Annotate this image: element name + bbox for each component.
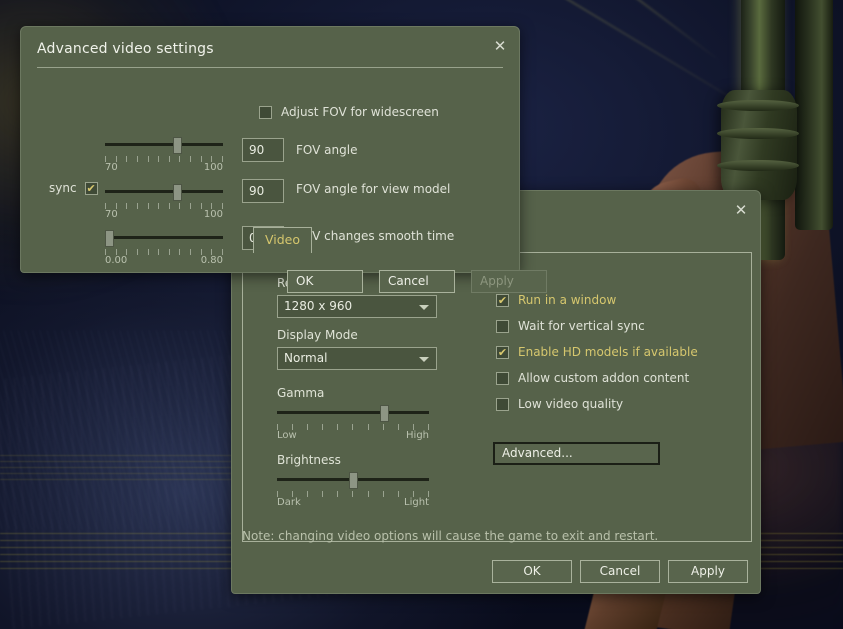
fov-smooth-time-slider-range: 0.00 0.80 [105,255,223,266]
tab-video[interactable]: Video [253,227,313,253]
resolution-dropdown[interactable]: 1280 x 960 [277,295,437,318]
gamma-slider-range: Low High [277,430,429,441]
brightness-slider[interactable]: Dark Light [277,472,429,508]
fov-angle-input[interactable]: 90 [242,138,284,162]
screen-root: ✕ Video Voice Misc Resolution 1280 x 960… [0,0,843,629]
apply-button: Apply [471,270,547,293]
fov-angle-max-label: 100 [203,162,223,173]
checkbox-label: Low video quality [518,397,624,411]
brightness-min-label: Dark [277,497,301,508]
gamma-slider-thumb[interactable] [380,405,389,422]
fov-view-model-min-label: 70 [105,209,118,220]
cancel-button[interactable]: Cancel [580,560,660,583]
cancel-button[interactable]: Cancel [379,270,455,293]
fov-smooth-time-max-label: 0.80 [200,255,223,266]
video-tab-panel: Resolution 1280 x 960 Display Mode Norma… [242,252,752,542]
gamma-slider[interactable]: Low High [277,405,429,441]
checkbox-label: Run in a window [518,293,617,307]
background-gun-barrel-2 [795,0,833,230]
chevron-down-icon [419,357,429,362]
advanced-button[interactable]: Advanced... [493,442,660,465]
background-gun-ring-1 [717,100,799,111]
fov-view-model-label: FOV angle for view model [296,182,451,196]
brightness-label: Brightness [277,453,341,467]
fov-view-model-input[interactable]: 90 [242,179,284,203]
checkbox-icon [259,105,272,119]
ok-button[interactable]: OK [287,270,363,293]
fov-angle-slider-range: 70 100 [105,162,223,173]
fov-view-model-slider[interactable]: 70 100 [105,184,223,220]
gamma-max-label: High [406,430,429,441]
checkbox-icon: ✔ [496,293,509,307]
fov-angle-slider-track [105,143,223,146]
checkbox-allow-custom-addon-content[interactable]: Allow custom addon content [496,371,698,385]
sync-label: sync [49,181,77,195]
display-mode-label: Display Mode [277,328,358,342]
background-scanlines-2 [0,455,260,485]
display-mode-group: Display Mode Normal [277,328,437,370]
fov-view-model-slider-track [105,190,223,193]
fov-smooth-time-min-label: 0.00 [105,255,128,266]
checkbox-icon: ✔ [496,345,509,359]
advanced-button-wrap: Advanced... [493,442,660,465]
close-icon[interactable]: ✕ [730,199,752,221]
fov-view-model-slider-thumb[interactable] [173,184,182,201]
gamma-slider-track [277,411,429,414]
brightness-slider-range: Dark Light [277,497,429,508]
fov-angle-min-label: 70 [105,162,118,173]
video-checkbox-list: ✔ Run in a window Wait for vertical sync ✔ E… [496,293,698,423]
checkbox-icon [496,397,509,411]
fov-smooth-time-slider[interactable]: 0.00 0.80 [105,230,223,266]
checkbox-label: Enable HD models if available [518,345,698,359]
fov-smooth-time-slider-thumb[interactable] [105,230,114,247]
display-mode-value: Normal [284,351,328,365]
gamma-label: Gamma [277,386,325,400]
sync-checkbox[interactable]: sync ✔ [49,181,98,195]
gamma-group: Gamma Low High [277,386,429,441]
ok-button[interactable]: OK [492,560,572,583]
apply-button[interactable]: Apply [668,560,748,583]
brightness-max-label: Light [404,497,429,508]
checkbox-icon [496,371,509,385]
brightness-slider-thumb[interactable] [349,472,358,489]
checkbox-enable-hd-models-if-available[interactable]: ✔ Enable HD models if available [496,345,698,359]
advanced-footer-buttons: OK Cancel Apply [287,270,547,293]
background-gun-ring-3 [717,160,799,171]
adjust-fov-widescreen-checkbox[interactable]: Adjust FOV for widescreen [259,105,439,119]
video-footer-buttons: OK Cancel Apply [492,560,748,583]
display-mode-dropdown[interactable]: Normal [277,347,437,370]
fov-smooth-time-slider-track [105,236,223,239]
background-gun-ring-2 [717,128,799,139]
checkbox-label: Wait for vertical sync [518,319,645,333]
brightness-group: Brightness Dark Light [277,453,429,508]
resolution-value: 1280 x 960 [284,299,353,313]
fov-angle-label: FOV angle [296,143,358,157]
fov-view-model-max-label: 100 [203,209,223,220]
chevron-down-icon [419,305,429,310]
fov-angle-slider-thumb[interactable] [173,137,182,154]
page-title: Advanced video settings [37,41,214,57]
title-divider [37,67,503,68]
adjust-fov-widescreen-label: Adjust FOV for widescreen [281,105,439,119]
fov-angle-slider[interactable]: 70 100 [105,137,223,173]
checkbox-icon: ✔ [84,181,98,195]
checkbox-low-video-quality[interactable]: Low video quality [496,397,698,411]
close-icon[interactable]: ✕ [489,35,511,57]
gamma-min-label: Low [277,430,297,441]
checkbox-icon [496,319,509,333]
checkbox-run-in-a-window[interactable]: ✔ Run in a window [496,293,698,307]
checkbox-label: Allow custom addon content [518,371,690,385]
fov-view-model-slider-range: 70 100 [105,209,223,220]
fov-smooth-time-label: FOV changes smooth time [296,229,455,243]
checkbox-wait-for-vertical-sync[interactable]: Wait for vertical sync [496,319,698,333]
video-note: Note: changing video options will cause … [242,529,659,543]
